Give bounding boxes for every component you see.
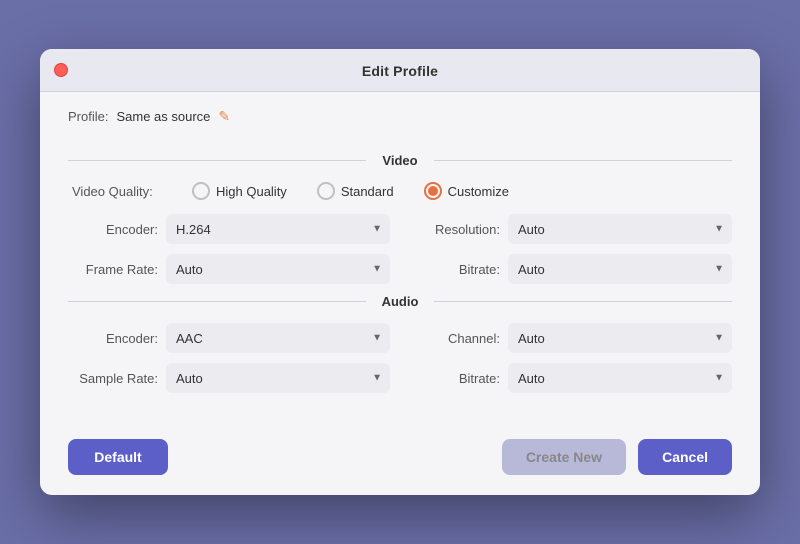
video-bitrate-select-wrapper: Auto 1000k 2000k 5000k ▼ — [508, 254, 732, 284]
radio-circle-customize — [424, 182, 442, 200]
radio-label-standard: Standard — [341, 184, 394, 199]
audio-section-title: Audio — [366, 294, 435, 309]
sample-rate-row: Sample Rate: Auto 44100 48000 ▼ — [68, 363, 390, 393]
video-quality-row: Video Quality: High Quality Standard Cus… — [68, 182, 732, 200]
radio-circle-standard — [317, 182, 335, 200]
radio-label-customize: Customize — [448, 184, 509, 199]
sample-rate-label: Sample Rate: — [68, 371, 158, 386]
radio-high-quality[interactable]: High Quality — [192, 182, 287, 200]
radio-circle-high-quality — [192, 182, 210, 200]
video-section-title: Video — [366, 153, 433, 168]
footer-right: Create New Cancel — [502, 439, 732, 475]
resolution-label: Resolution: — [410, 222, 500, 237]
channel-select-wrapper: Auto Mono Stereo ▼ — [508, 323, 732, 353]
frame-rate-select-wrapper: Auto 24 30 60 ▼ — [166, 254, 390, 284]
audio-bitrate-select[interactable]: Auto 128k 192k 256k 320k — [508, 363, 732, 393]
audio-divider-left — [68, 301, 366, 302]
audio-encoder-select[interactable]: AAC MP3 FLAC — [166, 323, 390, 353]
resolution-select-wrapper: Auto 1080p 720p ▼ — [508, 214, 732, 244]
titlebar: Edit Profile — [40, 49, 760, 92]
profile-label: Profile: — [68, 109, 108, 124]
frame-rate-row: Frame Rate: Auto 24 30 60 ▼ — [68, 254, 390, 284]
profile-row: Profile: Same as source ✎ — [68, 108, 732, 137]
video-bitrate-label: Bitrate: — [410, 262, 500, 277]
video-bitrate-row: Bitrate: Auto 1000k 2000k 5000k ▼ — [410, 254, 732, 284]
frame-rate-label: Frame Rate: — [68, 262, 158, 277]
audio-encoder-row: Encoder: AAC MP3 FLAC ▼ — [68, 323, 390, 353]
audio-encoder-label: Encoder: — [68, 331, 158, 346]
divider-right — [434, 160, 732, 161]
audio-section-header: Audio — [68, 294, 732, 309]
audio-bitrate-label: Bitrate: — [410, 371, 500, 386]
video-quality-label: Video Quality: — [72, 184, 162, 199]
resolution-row: Resolution: Auto 1080p 720p ▼ — [410, 214, 732, 244]
content-area: Profile: Same as source ✎ Video Video Qu… — [40, 92, 760, 423]
radio-standard[interactable]: Standard — [317, 182, 394, 200]
cancel-button[interactable]: Cancel — [638, 439, 732, 475]
encoder-row: Encoder: H.264 H.265 VP9 ▼ — [68, 214, 390, 244]
encoder-label: Encoder: — [68, 222, 158, 237]
encoder-select-wrapper: H.264 H.265 VP9 ▼ — [166, 214, 390, 244]
encoder-select[interactable]: H.264 H.265 VP9 — [166, 214, 390, 244]
radio-label-high-quality: High Quality — [216, 184, 287, 199]
divider-left — [68, 160, 366, 161]
video-section: Video Video Quality: High Quality Standa… — [68, 153, 732, 284]
channel-select[interactable]: Auto Mono Stereo — [508, 323, 732, 353]
profile-value: Same as source — [116, 109, 210, 124]
edit-profile-icon[interactable]: ✎ — [218, 108, 230, 125]
radio-customize[interactable]: Customize — [424, 182, 509, 200]
audio-bitrate-select-wrapper: Auto 128k 192k 256k 320k ▼ — [508, 363, 732, 393]
audio-form-grid: Encoder: AAC MP3 FLAC ▼ Channel: — [68, 323, 732, 393]
audio-encoder-select-wrapper: AAC MP3 FLAC ▼ — [166, 323, 390, 353]
sample-rate-select[interactable]: Auto 44100 48000 — [166, 363, 390, 393]
resolution-select[interactable]: Auto 1080p 720p — [508, 214, 732, 244]
edit-profile-window: Edit Profile Profile: Same as source ✎ V… — [40, 49, 760, 495]
channel-label: Channel: — [410, 331, 500, 346]
create-new-button[interactable]: Create New — [502, 439, 626, 475]
audio-section: Audio Encoder: AAC MP3 FLAC ▼ — [68, 294, 732, 393]
frame-rate-select[interactable]: Auto 24 30 60 — [166, 254, 390, 284]
default-button[interactable]: Default — [68, 439, 168, 475]
channel-row: Channel: Auto Mono Stereo ▼ — [410, 323, 732, 353]
window-title: Edit Profile — [362, 63, 438, 79]
video-section-header: Video — [68, 153, 732, 168]
footer: Default Create New Cancel — [40, 423, 760, 495]
close-button[interactable] — [54, 63, 68, 77]
sample-rate-select-wrapper: Auto 44100 48000 ▼ — [166, 363, 390, 393]
audio-divider-right — [434, 301, 732, 302]
video-form-grid: Encoder: H.264 H.265 VP9 ▼ Resolution: — [68, 214, 732, 284]
audio-bitrate-row: Bitrate: Auto 128k 192k 256k 320k ▼ — [410, 363, 732, 393]
video-bitrate-select[interactable]: Auto 1000k 2000k 5000k — [508, 254, 732, 284]
